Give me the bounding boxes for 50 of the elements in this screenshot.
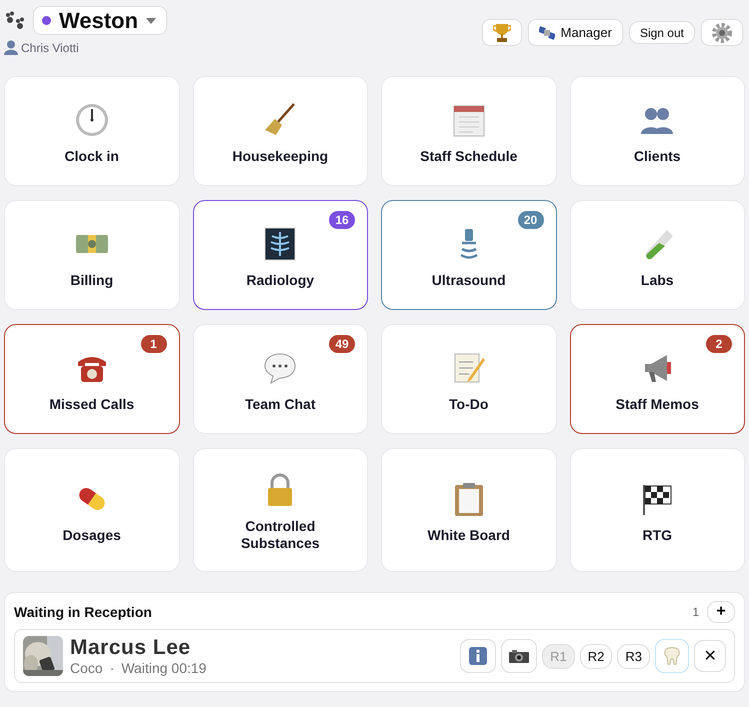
patient-name: Marcus Lee	[70, 636, 192, 660]
info-button[interactable]	[460, 639, 496, 673]
menu-tile[interactable]: Labs	[570, 200, 745, 310]
caret-icon	[146, 18, 156, 24]
location-dropdown[interactable]: Weston	[33, 6, 168, 35]
count-badge: 2	[706, 335, 732, 353]
menu-tile[interactable]: Controlled Substances	[192, 448, 368, 572]
user-name: Chris Viotti	[21, 40, 79, 54]
manager-button[interactable]: Manager	[528, 19, 623, 46]
info-icon	[469, 647, 488, 665]
count-badge: 20	[518, 211, 544, 229]
xray-icon	[262, 226, 298, 262]
pet-name: Coco	[70, 660, 103, 676]
menu-tile[interactable]: Clock in	[4, 76, 180, 186]
person-icon	[4, 40, 18, 55]
menu-tile[interactable]: Clients	[570, 76, 745, 186]
menu-tile[interactable]: Team Chat 49	[192, 324, 368, 434]
menu-tile[interactable]: Dosages	[4, 448, 180, 572]
count-badge: 49	[329, 335, 355, 353]
menu-tile[interactable]: White Board	[381, 448, 556, 572]
menu-tile[interactable]: Radiology 16	[192, 200, 368, 310]
menu-tile[interactable]: Staff Schedule	[381, 76, 556, 186]
add-button[interactable]: +	[707, 601, 735, 623]
close-button[interactable]: ✕	[694, 640, 726, 672]
settings-icon	[712, 22, 732, 42]
sign-out-button[interactable]: Sign out	[628, 21, 695, 44]
section-title: Waiting in Reception	[14, 604, 152, 620]
trophy-icon	[492, 22, 511, 42]
satellite-icon	[538, 26, 555, 40]
menu-tile[interactable]: Ultrasound 20	[381, 200, 556, 310]
settings-button[interactable]	[701, 19, 743, 46]
waiting-count: 1	[692, 605, 699, 619]
camera-icon	[509, 649, 530, 663]
clock-icon	[74, 102, 110, 138]
count-badge: 16	[329, 211, 355, 229]
room-button[interactable]: R2	[580, 644, 612, 668]
menu-tile[interactable]: RTG	[570, 448, 745, 572]
menu-tile[interactable]: Housekeeping	[192, 76, 368, 186]
menu-tile[interactable]: To-Do	[381, 324, 556, 434]
room-button[interactable]: R3	[617, 644, 650, 668]
camera-button[interactable]	[501, 639, 538, 673]
trophy-button[interactable]	[482, 19, 522, 46]
separator-dot: ·	[110, 660, 114, 676]
waiting-time: Waiting 00:19	[121, 660, 206, 676]
menu-tile[interactable]: Staff Memos 2	[570, 324, 745, 434]
count-badge: 1	[140, 335, 166, 353]
tooth-icon	[664, 647, 680, 665]
location-name: Weston	[59, 8, 138, 34]
menu-tile[interactable]: Billing	[4, 200, 180, 310]
menu-tile[interactable]: Missed Calls 1	[4, 324, 180, 434]
